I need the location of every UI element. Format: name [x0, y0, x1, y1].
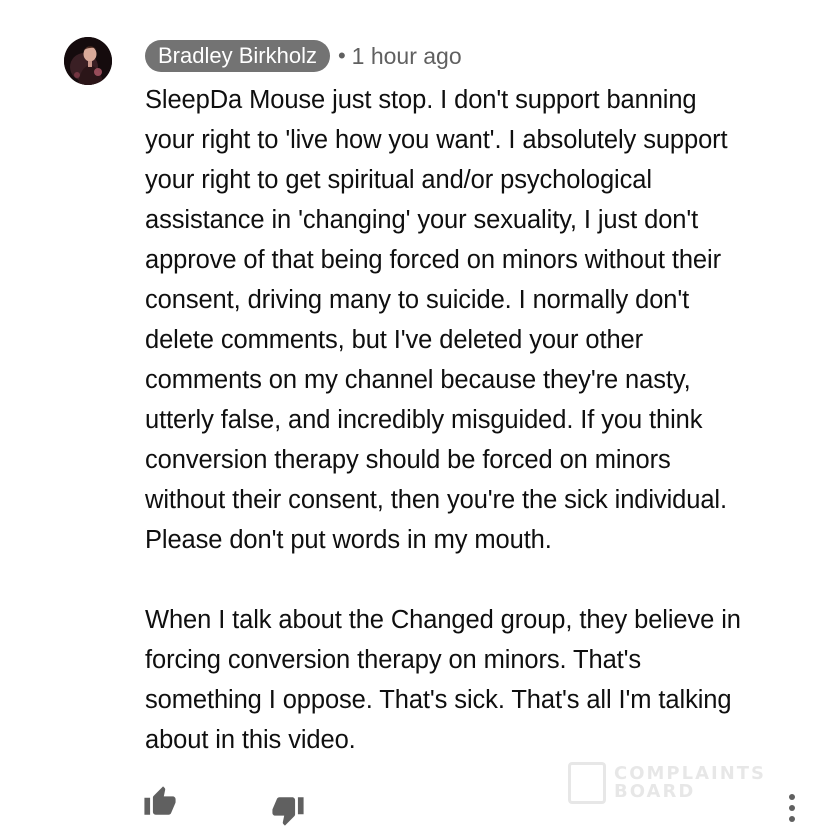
dislike-button[interactable] — [270, 792, 306, 828]
comment-header: Bradley Birkholz • 1 hour ago — [145, 40, 462, 72]
thumbs-up-icon — [144, 786, 176, 815]
author-name[interactable]: Bradley Birkholz — [145, 40, 330, 72]
more-vertical-icon — [789, 794, 795, 822]
like-button[interactable] — [142, 784, 178, 820]
watermark-line1: COMPLAINTS — [614, 763, 767, 784]
avatar-image — [64, 37, 112, 85]
watermark-logo-icon — [568, 762, 606, 804]
thumbs-down-icon — [272, 797, 304, 826]
comment-body: SleepDa Mouse just stop. I don't support… — [145, 86, 741, 754]
meta-separator: • — [337, 43, 346, 68]
comment-timestamp[interactable]: 1 hour ago — [352, 43, 462, 70]
comment-thread: Bradley Birkholz • 1 hour ago SleepDa Mo… — [0, 0, 828, 828]
watermark-text: COMPLAINTS BOARD — [614, 765, 766, 801]
watermark: COMPLAINTS BOARD — [568, 760, 788, 806]
avatar[interactable] — [64, 37, 112, 85]
more-options-button[interactable] — [778, 791, 806, 825]
watermark-line2: BOARD — [614, 781, 696, 802]
